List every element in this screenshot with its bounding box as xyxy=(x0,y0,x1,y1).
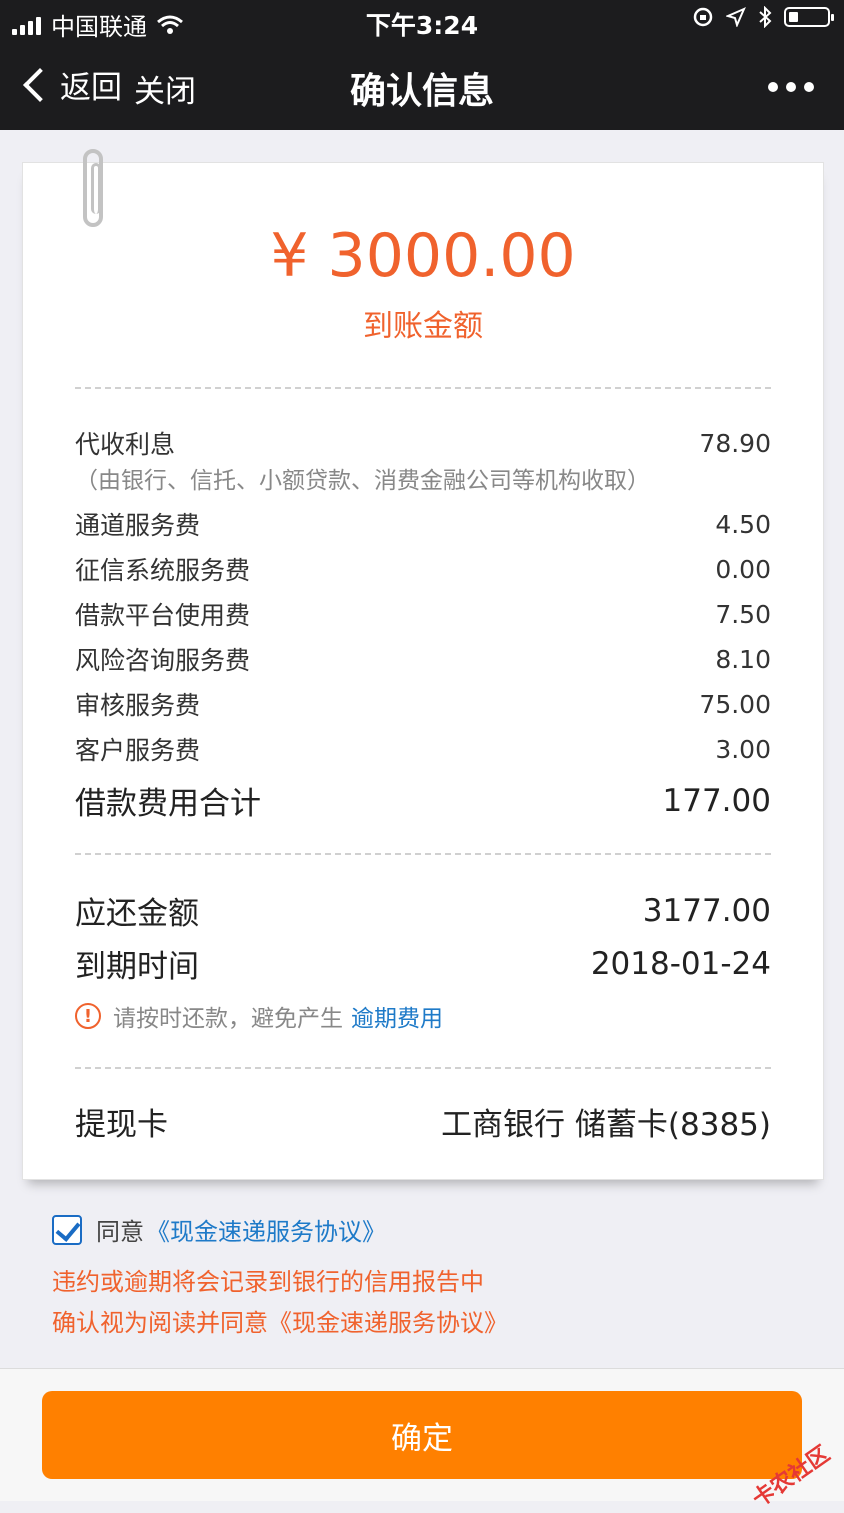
fee-value: 75.00 xyxy=(699,689,771,719)
fee-row: 借款平台使用费 7.50 xyxy=(75,596,771,632)
receipt-card: ¥ 3000.00 到账金额 代收利息 78.90 （由银行、信托、小额贷款、消… xyxy=(22,149,824,1180)
footer-bar: 确定 卡农社区 xyxy=(0,1368,844,1513)
due-date-value: 2018-01-24 xyxy=(590,945,771,982)
divider xyxy=(75,853,771,855)
due-amount-label: 应还金额 xyxy=(75,896,199,932)
top-bar: 中国联通 下午3:24 返回 关闭 确认信息 xyxy=(0,0,844,130)
paperclip-icon xyxy=(83,149,103,227)
fee-total-row: 借款费用合计 177.00 xyxy=(75,778,771,823)
fee-row: 通道服务费 4.50 xyxy=(75,506,771,542)
warning-icon: ! xyxy=(75,1003,101,1029)
agree-text: 同意 xyxy=(96,1218,144,1246)
bluetooth-icon xyxy=(759,6,772,28)
fee-row: 风险咨询服务费 8.10 xyxy=(75,641,771,677)
withdraw-card-label: 提现卡 xyxy=(75,1107,168,1143)
due-amount-row: 应还金额 3177.00 xyxy=(75,888,771,933)
fee-row: 客户服务费 3.00 xyxy=(75,731,771,767)
agreement-row: 同意 《现金速递服务协议》 xyxy=(52,1212,386,1247)
consent-notice: 确认视为阅读并同意《现金速递服务协议》 xyxy=(52,1309,508,1337)
overdue-notice: ! 请按时还款，避免产生 逾期费用 xyxy=(75,999,443,1033)
fee-total-label: 借款费用合计 xyxy=(75,786,261,822)
rotation-lock-icon xyxy=(693,7,713,27)
due-date-label: 到期时间 xyxy=(75,949,199,985)
credit-warning: 违约或逾期将会记录到银行的信用报告中 xyxy=(52,1268,484,1296)
due-amount-value: 3177.00 xyxy=(642,892,771,929)
withdraw-card-row: 提现卡 工商银行 储蓄卡(8385) xyxy=(75,1099,771,1144)
location-icon xyxy=(726,7,746,27)
fee-value: 78.90 xyxy=(699,428,771,458)
overdue-fee-link[interactable]: 逾期费用 xyxy=(351,999,443,1033)
fee-label: 征信系统服务费 xyxy=(75,556,251,585)
page-title: 确认信息 xyxy=(349,71,494,112)
divider xyxy=(75,387,771,389)
arrival-amount-label: 到账金额 xyxy=(363,309,483,344)
fee-row: 征信系统服务费 0.00 xyxy=(75,551,771,587)
divider xyxy=(75,1067,771,1069)
fee-label: 通道服务费 xyxy=(75,511,201,540)
notice-text: 请按时还款，避免产生 xyxy=(113,1006,343,1032)
fee-total-value: 177.00 xyxy=(662,782,771,819)
arrival-amount: ¥ 3000.00 xyxy=(270,221,576,291)
battery-icon xyxy=(784,7,834,27)
fee-label: 审核服务费 xyxy=(75,691,201,720)
fee-value: 4.50 xyxy=(715,509,771,539)
fee-label: 客户服务费 xyxy=(75,736,201,765)
interest-note: （由银行、信托、小额贷款、消费金融公司等机构收取） xyxy=(75,468,650,494)
confirm-button[interactable]: 确定 xyxy=(42,1391,802,1479)
withdraw-card-value: 工商银行 储蓄卡(8385) xyxy=(441,1107,771,1143)
status-bar: 中国联通 下午3:24 xyxy=(0,0,844,42)
fee-label: 借款平台使用费 xyxy=(75,601,251,630)
due-date-row: 到期时间 2018-01-24 xyxy=(75,941,771,986)
fee-row-interest: 代收利息 78.90 xyxy=(75,425,771,461)
service-agreement-link[interactable]: 《现金速递服务协议》 xyxy=(146,1212,386,1247)
fee-value: 3.00 xyxy=(715,734,771,764)
fee-value: 8.10 xyxy=(715,644,771,674)
more-options-icon[interactable] xyxy=(768,82,814,92)
fee-row: 审核服务费 75.00 xyxy=(75,686,771,722)
agree-checkbox[interactable] xyxy=(52,1214,82,1245)
fee-label: 风险咨询服务费 xyxy=(75,646,251,675)
fee-label: 代收利息 xyxy=(75,430,176,459)
fee-value: 0.00 xyxy=(715,554,771,584)
navigation-bar: 返回 关闭 确认信息 xyxy=(0,42,844,130)
fee-value: 7.50 xyxy=(715,599,771,629)
